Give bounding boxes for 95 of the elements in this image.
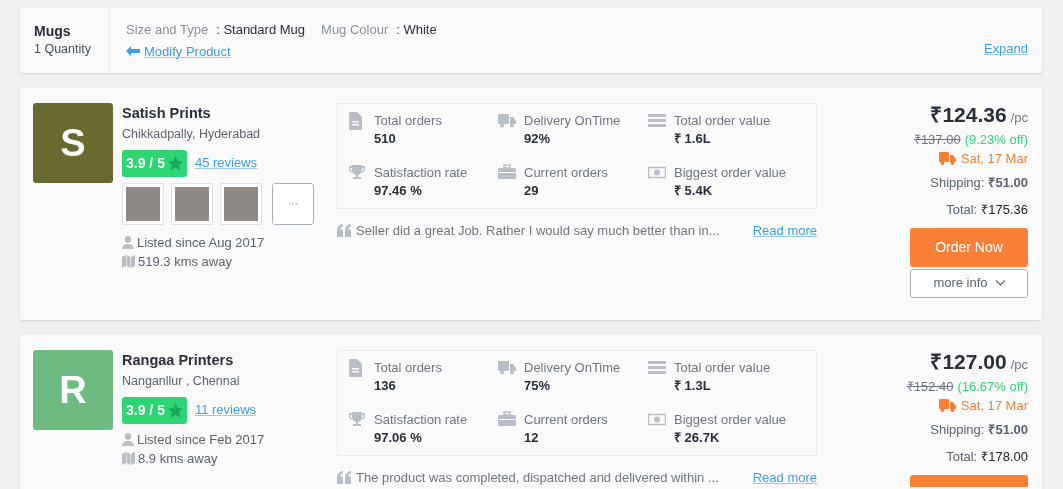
more-photos-button[interactable]: ··· xyxy=(272,182,314,225)
option-value: : White xyxy=(396,21,437,39)
seller-name: Satish Prints xyxy=(122,104,212,123)
stat-value: 97.06 % xyxy=(374,428,423,447)
total-value: ₹178.00 xyxy=(981,448,1028,466)
delivery-date: Sat, 17 Mar xyxy=(960,150,1028,168)
mug-photo-placeholder xyxy=(122,182,164,225)
stat-label: Total orders xyxy=(374,359,442,376)
stat-label: Total orders xyxy=(374,112,442,129)
seller-location: Nanganllur , Chennai xyxy=(122,372,241,390)
option-label: Mug Colour xyxy=(321,21,389,39)
option-label: Size and Type xyxy=(126,21,209,39)
unit-text: /pc xyxy=(1010,356,1028,374)
quantity-text: 1 Quantity xyxy=(34,41,92,58)
trophy-icon xyxy=(348,410,366,429)
expand-link[interactable]: Expand xyxy=(983,38,1028,58)
star-icon xyxy=(167,155,183,171)
map-icon xyxy=(122,452,135,466)
truck-icon xyxy=(938,399,956,413)
more-info-button[interactable]: more info xyxy=(910,268,1028,298)
listed-since-text: Listed since Feb 2017 xyxy=(137,430,265,449)
shipping-label: Shipping: xyxy=(930,173,985,192)
stat-label: Delivery OnTime xyxy=(524,359,621,376)
shipping-value: ₹51.00 xyxy=(988,173,1028,192)
stat-label: Biggest order value xyxy=(674,410,786,428)
left-arrow-icon xyxy=(126,46,140,57)
stat-value: ₹ 1.6L xyxy=(674,130,712,148)
person-icon xyxy=(122,235,134,249)
chevron-down-icon xyxy=(995,280,1005,286)
briefcase-icon xyxy=(498,410,516,429)
stat-label: Current orders xyxy=(524,410,608,428)
total-label: Total: xyxy=(946,201,978,219)
stat-value: ₹ 26.7K xyxy=(674,428,721,447)
star-icon xyxy=(167,402,183,418)
mug-photo-placeholder xyxy=(171,182,213,225)
mug-photo-placeholder xyxy=(220,182,262,225)
stacked-bars-icon xyxy=(648,359,666,377)
seller-location: Chikkadpally, Hyderabad xyxy=(122,125,262,143)
seller-name: Rangaa Printers xyxy=(122,351,235,370)
distance-text: 519.3 kms away xyxy=(138,253,232,271)
quote-icon xyxy=(337,224,352,238)
stat-value: 510 xyxy=(374,130,397,148)
trophy-icon xyxy=(348,163,366,182)
shipping-value: ₹51.00 xyxy=(988,420,1028,439)
option-value: : Standard Mug xyxy=(216,21,306,39)
rating-badge: 3.9 / 5 xyxy=(122,149,187,177)
map-icon xyxy=(122,255,135,269)
stat-label: Biggest order value xyxy=(674,163,786,181)
briefcase-icon xyxy=(498,163,516,182)
stat-label: Total order value xyxy=(674,112,771,129)
stat-value: 92% xyxy=(524,130,552,148)
review-text: Seller did a great Job. Rather I would say much better than in... xyxy=(356,222,721,240)
discount-text: (9.23% off) xyxy=(964,130,1028,149)
stat-label: Satisfaction rate xyxy=(374,163,468,181)
modify-product-link[interactable]: Modify Product xyxy=(126,41,231,61)
stat-value: ₹ 1.3L xyxy=(674,377,712,395)
truck-icon xyxy=(498,112,516,130)
read-more-link[interactable]: Read more xyxy=(752,468,817,488)
distance-text: 8.9 kms away xyxy=(138,450,218,468)
stat-label: Satisfaction rate xyxy=(374,410,468,428)
seller-avatar: R xyxy=(33,350,113,430)
unit-text: /pc xyxy=(1010,109,1028,127)
discount-text: (16.67% off) xyxy=(957,377,1028,396)
old-price-text: ₹137.00 xyxy=(913,130,961,149)
stat-value: ₹ 5.4K xyxy=(674,181,714,200)
shipping-label: Shipping: xyxy=(930,420,985,439)
product-name: Mugs xyxy=(34,22,72,40)
order-button[interactable] xyxy=(910,474,1028,487)
total-label: Total: xyxy=(946,448,978,466)
price-text: ₹124.36 xyxy=(930,103,1007,127)
listed-since-text: Listed since Aug 2017 xyxy=(137,233,265,252)
reviews-link[interactable]: 45 reviews xyxy=(194,153,258,173)
reviews-link[interactable]: 11 reviews xyxy=(194,400,257,420)
stat-value: 12 xyxy=(524,428,540,447)
delivery-date: Sat, 17 Mar xyxy=(960,397,1028,415)
stat-label: Delivery OnTime xyxy=(524,112,621,129)
stat-value: 29 xyxy=(524,181,540,200)
stat-label: Total order value xyxy=(674,359,771,376)
stat-value: 136 xyxy=(374,377,397,395)
order-now-button[interactable]: Order Now xyxy=(910,227,1028,267)
stat-label: Current orders xyxy=(524,163,608,181)
person-icon xyxy=(122,432,134,446)
stat-value: 97.46 % xyxy=(374,181,423,200)
truck-icon xyxy=(498,359,516,377)
seller-avatar: S xyxy=(33,103,113,183)
stacked-bars-icon xyxy=(648,112,666,130)
price-text: ₹127.00 xyxy=(930,350,1007,374)
quote-icon xyxy=(337,471,352,485)
review-text: The product was completed, dispatched and delivered within ... xyxy=(356,469,720,487)
read-more-link[interactable]: Read more xyxy=(752,221,817,241)
stat-value: 75% xyxy=(524,377,552,395)
rating-badge: 3.9 / 5 xyxy=(122,396,187,424)
total-value: ₹175.36 xyxy=(981,201,1028,219)
old-price-text: ₹152.40 xyxy=(906,377,954,396)
truck-icon xyxy=(938,152,956,166)
